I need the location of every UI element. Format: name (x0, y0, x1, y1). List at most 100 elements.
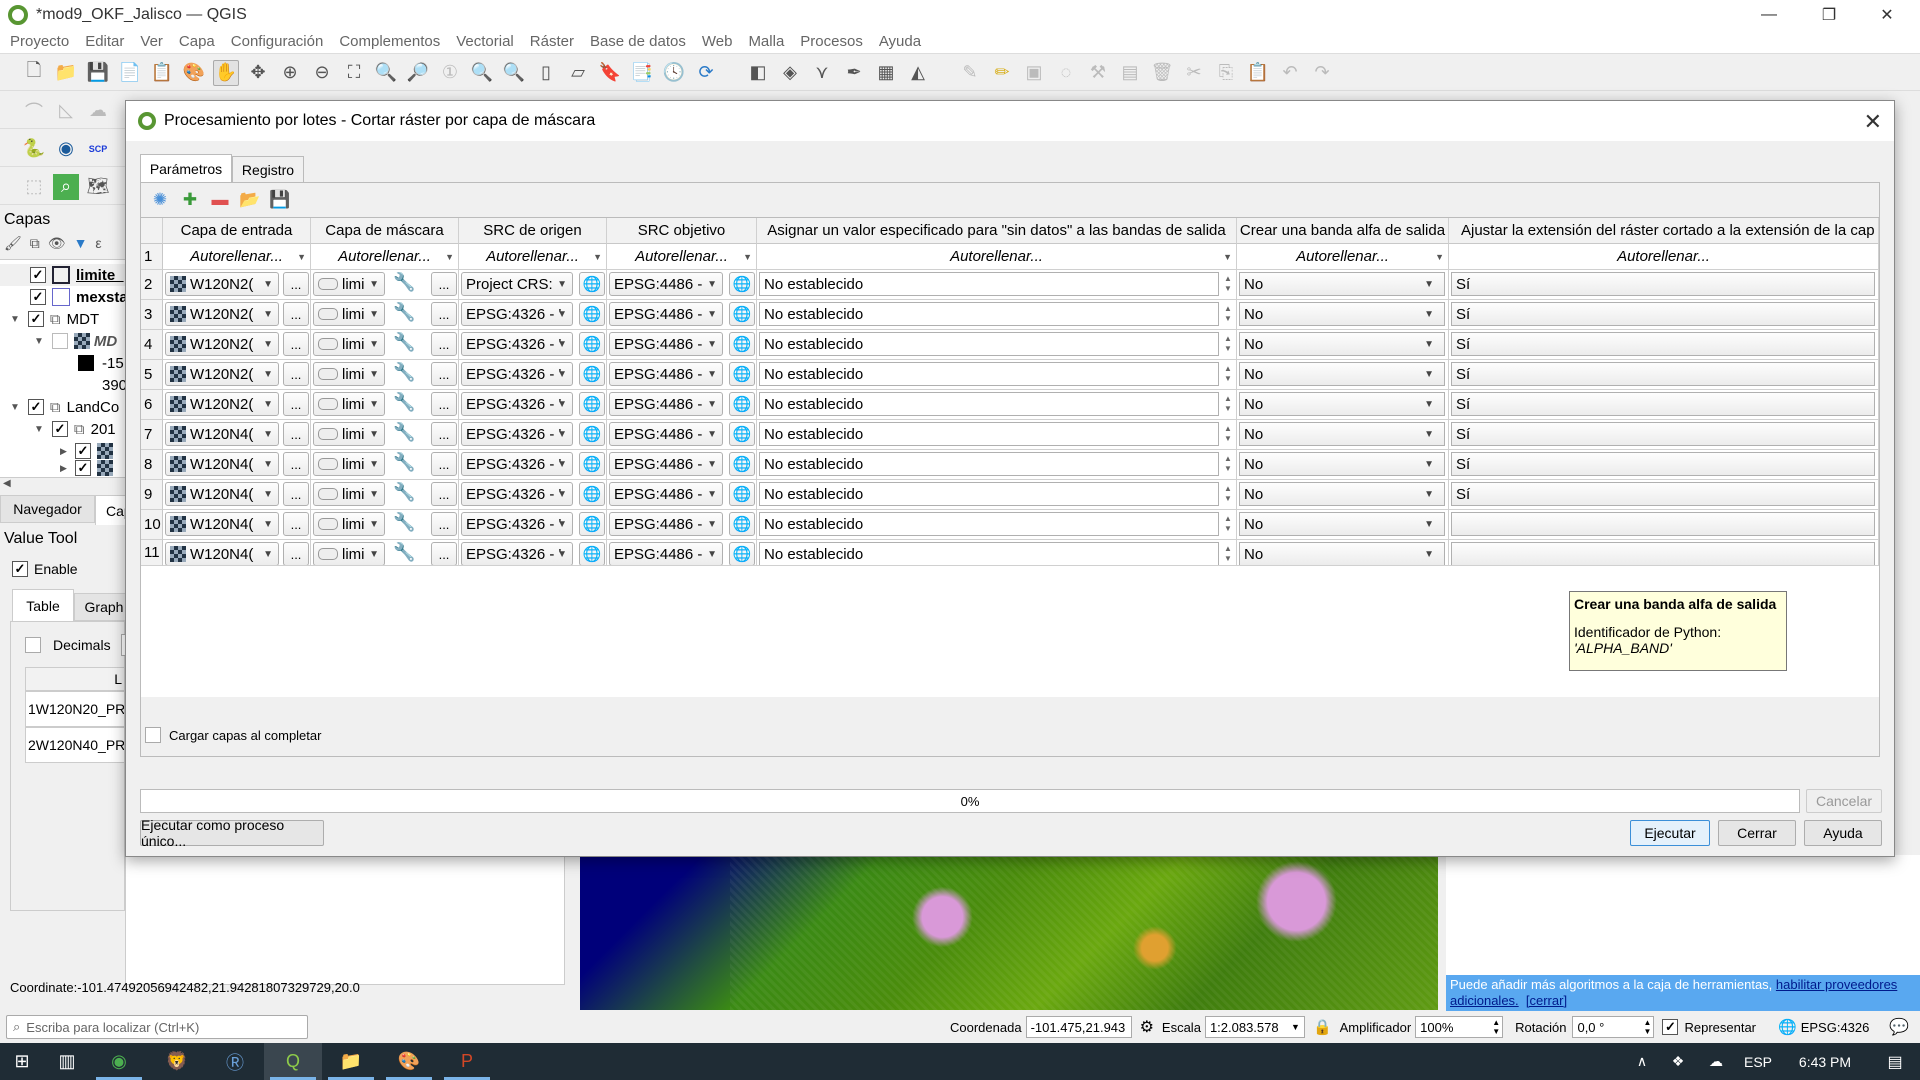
alpha-band-combo[interactable]: No ▼ (1239, 392, 1445, 416)
layer-checkbox[interactable]: ✓ (74, 460, 91, 476)
browse-mask-button[interactable]: ... (431, 452, 457, 476)
mask-layer-combo[interactable]: limi ▼ (313, 332, 385, 356)
wrench-icon[interactable]: 🔧 (393, 362, 415, 383)
autofill-ajustar-extension[interactable]: Autorellenar... (1449, 244, 1879, 270)
close-button[interactable]: Cerrar (1718, 820, 1796, 846)
copy-icon[interactable]: ⎘ (1213, 60, 1239, 86)
crs-selector-icon[interactable]: 🌐 (579, 452, 605, 476)
pan-to-selection-icon[interactable]: ✥ (245, 60, 271, 86)
browse-input-button[interactable]: ... (283, 392, 309, 416)
decimals-checkbox[interactable] (25, 637, 41, 653)
toggle-extents-icon[interactable]: ⚙ (1140, 1017, 1154, 1037)
crs-selector-icon[interactable]: 🌐 (579, 482, 605, 506)
nodata-spin-arrows-icon[interactable]: ▲ ▼ (1221, 422, 1235, 446)
windows-start-icon[interactable]: ⊞ (0, 1043, 44, 1080)
row-number[interactable]: 6 (141, 390, 163, 420)
input-layer-combo[interactable]: W120N4(▼ (165, 482, 279, 506)
menu-malla[interactable]: Malla (748, 33, 784, 50)
alpha-band-combo[interactable]: No ▼ (1239, 332, 1445, 356)
target-crs-combo[interactable]: EPSG:4486 - ▼ (609, 362, 723, 386)
tab-table[interactable]: Table (12, 589, 74, 621)
brave-icon[interactable]: 🦁 (148, 1043, 206, 1080)
target-crs-combo[interactable]: EPSG:4486 - ▼ (609, 422, 723, 446)
restore-button[interactable]: ❐ (1800, 0, 1858, 30)
nodata-input[interactable]: No establecido (759, 272, 1219, 296)
menu-complementos[interactable]: Complementos (339, 33, 440, 50)
target-crs-combo[interactable]: EPSG:4486 - ▼ (609, 272, 723, 296)
qgis-taskbar-icon[interactable]: Q (264, 1043, 322, 1080)
open-file-icon[interactable]: 📂 (237, 189, 263, 211)
alpha-band-combo[interactable]: No ▼ (1239, 542, 1445, 565)
style-layer-icon[interactable]: 🖌 (4, 235, 22, 252)
crs-selector-icon[interactable]: 🌐 (729, 332, 755, 356)
identify-features-icon[interactable]: ◧ (745, 60, 771, 86)
new-project-icon[interactable]: 🗋 (21, 60, 47, 86)
zoom-next-icon[interactable]: 🔍 (501, 60, 527, 86)
wrench-icon[interactable]: 🔧 (393, 332, 415, 353)
target-crs-combo[interactable]: EPSG:4486 - ▼ (609, 452, 723, 476)
row-number[interactable]: 3 (141, 300, 163, 330)
locator-search-icon[interactable]: ⌕ (53, 173, 79, 200)
undo-icon[interactable]: ↶ (1277, 60, 1303, 86)
new-3d-view-icon[interactable]: ▱ (565, 60, 591, 86)
autofill-capa-mascara[interactable]: Autorellenar... ▼ (311, 244, 459, 270)
row-number[interactable]: 4 (141, 330, 163, 360)
open-attribute-table-icon[interactable]: ◈ (777, 60, 803, 86)
crs-selector-icon[interactable]: 🌐 (729, 302, 755, 326)
mask-layer-combo[interactable]: limi ▼ (313, 482, 385, 506)
layer-checkbox[interactable]: ✓ (30, 289, 46, 305)
enable-checkbox[interactable]: ✓ (12, 561, 28, 577)
clock[interactable]: 6:43 PM (1780, 1043, 1870, 1080)
wrench-icon[interactable]: 🔧 (393, 482, 415, 503)
crop-extent-combo[interactable]: Sí (1451, 362, 1875, 386)
layer-item[interactable]: ▶ ✓ (0, 460, 125, 476)
nodata-spin-arrows-icon[interactable]: ▲ ▼ (1221, 542, 1235, 565)
input-layer-combo[interactable]: W120N2(▼ (165, 392, 279, 416)
row-number[interactable]: 10 (141, 510, 163, 540)
add-group-icon[interactable]: ⧉ (30, 235, 40, 252)
layer-checkbox[interactable]: ✓ (27, 311, 44, 327)
expand-arrow-icon[interactable]: ▼ (34, 336, 44, 347)
source-crs-combo[interactable]: EPSG:4326 - ' ▼ (461, 362, 573, 386)
nodata-spin-arrows-icon[interactable]: ▲ ▼ (1221, 302, 1235, 326)
browse-mask-button[interactable]: ... (431, 332, 457, 356)
mask-layer-combo[interactable]: limi ▼ (313, 362, 385, 386)
wrench-icon[interactable]: 🔧 (393, 542, 415, 563)
map-plugin-icon[interactable]: 🗺 (85, 174, 111, 200)
browse-input-button[interactable]: ... (283, 422, 309, 446)
menu-web[interactable]: Web (702, 33, 733, 50)
dialog-close-icon[interactable]: ✕ (1864, 109, 1882, 135)
crop-extent-combo[interactable]: Sí (1451, 482, 1875, 506)
powerpoint-icon[interactable]: P (438, 1043, 496, 1080)
column-header-sin-datos[interactable]: Asignar un valor especificado para "sin … (757, 218, 1237, 244)
crop-extent-combo[interactable]: Sí (1451, 422, 1875, 446)
target-crs-combo[interactable]: EPSG:4486 - ▼ (609, 542, 723, 565)
crs-selector-icon[interactable]: 🌐 (729, 272, 755, 296)
remove-row-icon[interactable]: ▬ (207, 189, 233, 211)
column-header-banda-alfa[interactable]: Crear una banda alfa de salida (1237, 218, 1449, 244)
value-tool-enable[interactable]: ✓ Enable (12, 561, 78, 577)
spin-arrows-icon[interactable]: ▲ ▼ (1644, 1018, 1652, 1036)
browse-input-button[interactable]: ... (283, 272, 309, 296)
row-number[interactable]: 2 (141, 270, 163, 300)
menu-procesos[interactable]: Procesos (800, 33, 863, 50)
layer-checkbox[interactable]: ✓ (30, 267, 46, 283)
expand-arrow-icon[interactable]: ▼ (10, 314, 20, 325)
render-checkbox[interactable]: ✓ (1662, 1019, 1679, 1035)
mask-layer-combo[interactable]: limi ▼ (313, 512, 385, 536)
add-feature-icon[interactable]: ◌ (1053, 60, 1079, 86)
source-crs-combo[interactable]: EPSG:4326 - ' ▼ (461, 452, 573, 476)
notice-close-link[interactable]: [cerrar] (1526, 993, 1567, 1008)
new-print-layout-icon[interactable]: 📄 (117, 60, 143, 86)
source-crs-combo[interactable]: EPSG:4326 - ' ▼ (461, 512, 573, 536)
temporal-controller-icon[interactable]: 🕓 (661, 60, 687, 86)
crop-extent-combo[interactable] (1451, 542, 1875, 565)
crs-selector-icon[interactable]: 🌐 (579, 272, 605, 296)
task-view-icon[interactable]: ▥ (44, 1043, 90, 1080)
browse-input-button[interactable]: ... (283, 542, 309, 565)
nodata-input[interactable]: No establecido (759, 542, 1219, 565)
crs-selector-icon[interactable]: 🌐 (729, 392, 755, 416)
layer-checkbox[interactable] (51, 333, 68, 349)
menu-capa[interactable]: Capa (179, 33, 215, 50)
crop-extent-combo[interactable] (1451, 512, 1875, 536)
